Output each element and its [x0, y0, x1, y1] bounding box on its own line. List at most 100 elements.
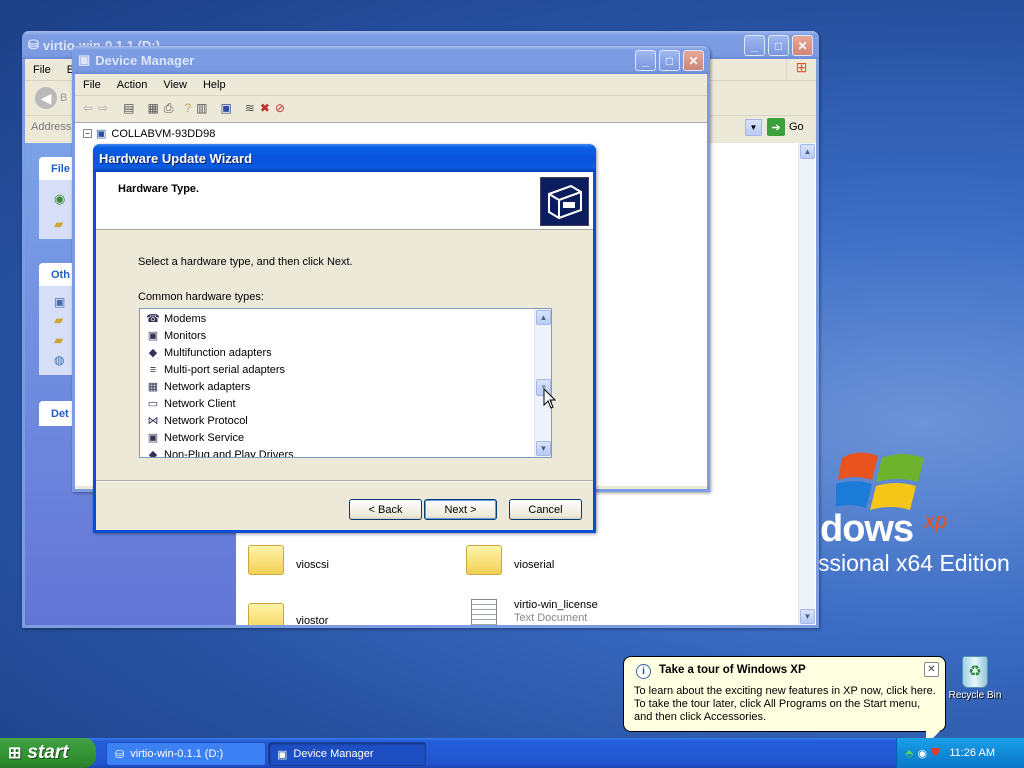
uninstall-icon[interactable]: ✖ [260, 101, 270, 115]
taskbar-item-device-manager[interactable]: ▣ Device Manager [268, 742, 426, 766]
list-item[interactable]: ▣ Monitors [140, 327, 533, 344]
back-icon[interactable]: ⇦ [83, 101, 93, 115]
go-arrow-icon: ➔ [767, 118, 785, 136]
list-item[interactable]: ▦ Network adapters [140, 378, 533, 395]
tour-balloon[interactable]: i Take a tour of Windows XP ✕ To learn a… [623, 656, 946, 745]
brand-xp: xp [924, 508, 948, 533]
collapse-icon[interactable]: − [83, 129, 92, 138]
list-scrollbar[interactable]: ▲ ≡ ▼ [534, 309, 551, 457]
serial-port-icon: ≡ [149, 363, 157, 376]
taskbar-item-label: virtio-win-0.1.1 (D:) [130, 748, 224, 760]
network-tray-icon[interactable]: ⬘ [905, 747, 913, 760]
scroll-up-button[interactable]: ▲ [800, 144, 815, 159]
network-service-icon: ▣ [147, 432, 159, 444]
text-document-icon [471, 599, 497, 625]
wizard-title: Hardware Update Wizard [99, 150, 253, 166]
maximize-button[interactable]: □ [659, 50, 680, 71]
device-manager-toolbar: ⇦ ⇨ ▤ ▦ ⎙ ? ▥ ▣ ≋ ✖ ⊘ [75, 96, 707, 120]
show-hide-tree-icon[interactable]: ▤ [123, 101, 134, 115]
file-name: virtio-win_license [514, 599, 598, 611]
file-item-license[interactable]: virtio-win_license Text Document [471, 599, 671, 625]
list-item[interactable]: ▭ Network Client [140, 395, 533, 412]
network-card-icon: ▦ [147, 381, 159, 393]
drive-icon: ⛁ [115, 748, 125, 761]
scroll-down-button[interactable]: ▼ [800, 609, 815, 624]
start-button[interactable]: ⊞ start [0, 738, 96, 768]
explorer-scrollbar[interactable]: ▲ ▼ [798, 143, 815, 625]
menu-file[interactable]: File [25, 64, 59, 76]
disable-icon[interactable]: ⊘ [275, 101, 285, 115]
scan-hardware-icon[interactable]: ▣ [220, 101, 231, 115]
recycle-bin-icon: ♻ [962, 656, 988, 688]
hardware-type-list[interactable]: ☎ Modems ▣ Monitors ◆ Multifunction adapters ≡… [139, 308, 552, 458]
list-item-label: Network Service [164, 431, 245, 444]
back-button[interactable]: < Back [349, 499, 422, 520]
go-button[interactable]: ➔ Go [767, 118, 804, 136]
drive-icon: ⛁ [28, 37, 39, 52]
wizard-separator [96, 480, 593, 482]
scroll-down-button[interactable]: ▼ [536, 441, 551, 456]
device-manager-title: Device Manager [95, 52, 195, 68]
scroll-up-button[interactable]: ▲ [536, 310, 551, 325]
wizard-titlebar[interactable]: Hardware Update Wizard [93, 144, 596, 172]
wizard-header-title: Hardware Type. [118, 183, 200, 195]
list-item[interactable]: ⋈ Network Protocol [140, 412, 533, 429]
modem-icon: ☎ [146, 313, 160, 325]
cancel-button[interactable]: Cancel [509, 499, 582, 520]
next-button[interactable]: Next > [424, 499, 497, 520]
file-item-viostor[interactable]: viostor [248, 601, 408, 625]
update-driver-icon[interactable]: ≋ [245, 101, 255, 115]
address-label: Address [31, 121, 72, 133]
driver-icon: ◆ [148, 449, 158, 458]
maximize-button[interactable]: □ [768, 35, 789, 56]
hardware-wizard-window: Hardware Update Wizard Hardware Type. Se… [93, 144, 596, 533]
details-title: Det [51, 408, 69, 420]
taskbar-item-explorer[interactable]: ⛁ virtio-win-0.1.1 (D:) [106, 742, 266, 766]
close-button[interactable]: ✕ [792, 35, 813, 56]
print-icon[interactable]: ⎙ [164, 101, 174, 116]
balloon-close-button[interactable]: ✕ [924, 662, 939, 677]
info-icon: i [636, 664, 651, 679]
folder-share-icon: ▰ [54, 217, 64, 231]
system-tray: ⬘ ◉ ⛊ 11:26 AM [896, 738, 1024, 768]
menu-view[interactable]: View [155, 79, 195, 91]
computer-icon: ▣ [54, 295, 66, 309]
minimize-button[interactable]: _ [635, 50, 656, 71]
folder-icon [466, 545, 502, 575]
file-name: vioscsi [296, 559, 330, 571]
wizard-instruction: Select a hardware type, and then click N… [138, 256, 353, 268]
help-icon[interactable]: ? [184, 101, 191, 115]
balloon-body-3: and then click Accessories. [634, 711, 767, 723]
address-dropdown-button[interactable]: ▼ [745, 119, 762, 136]
security-shield-icon[interactable]: ⛊ [931, 747, 939, 760]
menu-help[interactable]: Help [195, 79, 234, 91]
tour-tray-icon[interactable]: ◉ [917, 747, 927, 760]
view-icon[interactable]: ▥ [196, 101, 207, 115]
file-item-vioserial[interactable]: vioserial [466, 545, 626, 585]
properties-icon[interactable]: ▦ [147, 101, 158, 115]
tree-root-label: COLLABVM-93DD98 [111, 127, 216, 140]
multifunction-icon: ◆ [148, 347, 158, 359]
go-label: Go [789, 121, 804, 133]
tree-root[interactable]: − ▣ COLLABVM-93DD98 [83, 127, 215, 140]
menu-action[interactable]: Action [109, 79, 156, 91]
computer-icon: ▣ [78, 52, 91, 67]
list-item-label: Network Protocol [164, 414, 248, 427]
clock[interactable]: 11:26 AM [949, 747, 995, 759]
list-item-label: Monitors [164, 329, 207, 342]
list-item[interactable]: ☎ Modems [140, 310, 533, 327]
list-item[interactable]: ◆ Non-Plug and Play Drivers [140, 446, 533, 458]
recycle-bin[interactable]: ♻ Recycle Bin [944, 656, 1006, 701]
list-item[interactable]: ≡ Multi-port serial adapters [140, 361, 533, 378]
close-button[interactable]: ✕ [683, 50, 704, 71]
windows-flag-icon: ⊞ [8, 745, 22, 762]
forward-icon[interactable]: ⇨ [98, 101, 108, 115]
menu-file[interactable]: File [75, 79, 109, 91]
list-item[interactable]: ◆ Multifunction adapters [140, 344, 533, 361]
minimize-button[interactable]: _ [744, 35, 765, 56]
device-manager-titlebar[interactable]: ▣ Device Manager _ □ ✕ [72, 46, 710, 74]
globe-icon: ◉ [54, 191, 66, 206]
list-item[interactable]: ▣ Network Service [140, 429, 533, 446]
file-item-vioscsi[interactable]: vioscsi [248, 545, 408, 585]
brand-edition: ssional x64 Edition [818, 550, 1010, 576]
